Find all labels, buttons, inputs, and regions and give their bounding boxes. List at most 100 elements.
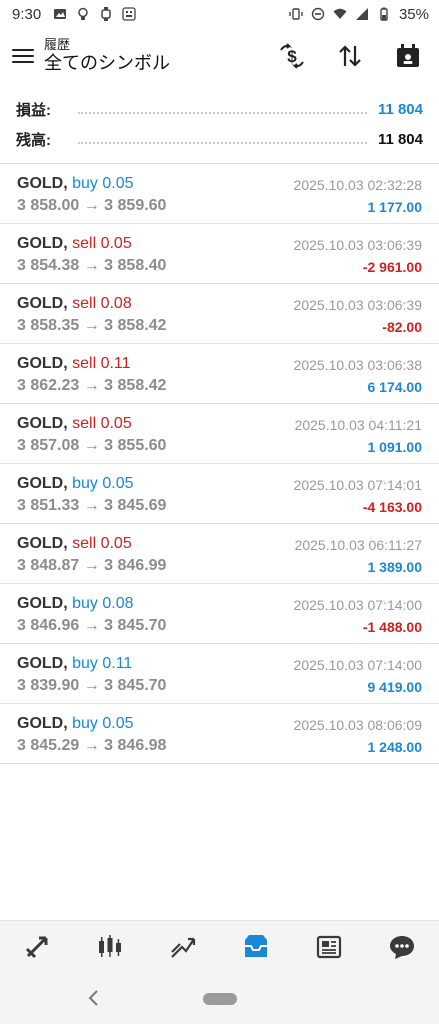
trade-prices: 3 858.35 → 3 858.42 bbox=[17, 317, 167, 334]
trade-profit: -4 163.00 bbox=[362, 499, 422, 515]
trade-symbol: GOLD, buy 0.05 bbox=[17, 715, 134, 733]
trade-row[interactable]: GOLD, buy 0.11 3 839.90 → 3 845.70 2025.… bbox=[0, 644, 439, 704]
trade-time: 2025.10.03 04:11:21 bbox=[294, 417, 422, 433]
bottom-navigation bbox=[0, 920, 439, 973]
trade-symbol: GOLD, buy 0.11 bbox=[17, 655, 132, 673]
symbol-text: GOLD, bbox=[17, 295, 68, 312]
trade-profit: 6 174.00 bbox=[367, 379, 423, 395]
trade-time: 2025.10.03 06:11:27 bbox=[294, 537, 422, 553]
profit-value: 11 804 bbox=[373, 100, 423, 118]
trade-prices: 3 862.23 → 3 858.42 bbox=[17, 377, 167, 394]
image-notification-icon bbox=[54, 9, 67, 19]
trade-row[interactable]: GOLD, buy 0.05 3 845.29 → 3 846.98 2025.… bbox=[0, 704, 439, 764]
wifi-icon bbox=[333, 8, 347, 19]
trade-side: sell 0.05 bbox=[72, 235, 132, 252]
trade-row[interactable]: GOLD, sell 0.08 3 858.35 → 3 858.42 2025… bbox=[0, 284, 439, 344]
balance-row: 残高: 11 804 bbox=[0, 124, 439, 154]
trade-symbol: GOLD, buy 0.05 bbox=[17, 175, 134, 193]
trade-time: 2025.10.03 03:06:39 bbox=[293, 237, 422, 253]
trade-time: 2025.10.03 08:06:09 bbox=[293, 717, 422, 733]
trade-profit: 9 419.00 bbox=[367, 679, 423, 695]
symbol-text: GOLD, bbox=[17, 655, 68, 672]
system-navigation bbox=[0, 973, 439, 1024]
dotted-leader bbox=[78, 142, 367, 144]
back-icon[interactable] bbox=[84, 987, 104, 1009]
calendar-icon[interactable] bbox=[393, 41, 423, 71]
menu-icon[interactable] bbox=[12, 49, 34, 63]
trade-profit: -1 488.00 bbox=[362, 619, 422, 635]
trade-prices: 3 846.96 → 3 845.70 bbox=[17, 617, 167, 634]
watch-icon bbox=[101, 7, 111, 21]
title-block[interactable]: 履歴 全てのシンボル bbox=[44, 36, 170, 74]
do-not-disturb-icon bbox=[311, 7, 325, 21]
trade-side: buy 0.05 bbox=[72, 715, 134, 732]
trade-symbol: GOLD, sell 0.05 bbox=[17, 535, 132, 553]
trade-side: buy 0.05 bbox=[72, 175, 134, 192]
profit-row: 損益: 11 804 bbox=[0, 94, 439, 124]
trade-prices: 3 851.33 → 3 845.69 bbox=[17, 497, 167, 514]
trade-side: buy 0.08 bbox=[72, 595, 134, 612]
page-subtitle: 履歴 bbox=[44, 36, 71, 52]
trade-symbol: GOLD, buy 0.05 bbox=[17, 475, 134, 493]
vibrate-icon bbox=[289, 8, 303, 20]
trade-side: sell 0.11 bbox=[72, 355, 131, 372]
trade-symbol: GOLD, sell 0.08 bbox=[17, 295, 132, 313]
trade-symbol: GOLD, sell 0.05 bbox=[17, 235, 132, 253]
trade-time: 2025.10.03 02:32:28 bbox=[293, 177, 422, 193]
trade-prices: 3 848.87 → 3 846.99 bbox=[17, 557, 167, 574]
trade-row[interactable]: GOLD, buy 0.05 3 851.33 → 3 845.69 2025.… bbox=[0, 464, 439, 524]
trade-prices: 3 845.29 → 3 846.98 bbox=[17, 737, 167, 754]
battery-icon bbox=[380, 7, 388, 21]
trade-prices: 3 857.08 → 3 855.60 bbox=[17, 437, 167, 454]
app-toolbar: 履歴 全てのシンボル $ bbox=[0, 28, 439, 84]
trade-icon bbox=[171, 937, 195, 958]
trade-prices: 3 854.38 → 3 858.40 bbox=[17, 257, 167, 274]
trade-row[interactable]: GOLD, buy 0.08 3 846.96 → 3 845.70 2025.… bbox=[0, 584, 439, 644]
nav-chat[interactable] bbox=[380, 927, 424, 967]
dotted-leader bbox=[78, 112, 367, 114]
symbol-text: GOLD, bbox=[17, 475, 68, 492]
trade-profit: -2 961.00 bbox=[362, 259, 422, 275]
trade-profit: 1 389.00 bbox=[367, 559, 423, 575]
trade-profit: 1 248.00 bbox=[367, 739, 423, 755]
trade-row[interactable]: GOLD, buy 0.05 3 858.00 → 3 859.60 2025.… bbox=[0, 164, 439, 224]
trade-side: buy 0.05 bbox=[72, 475, 134, 492]
balance-label: 残高: bbox=[16, 128, 55, 150]
trade-side: sell 0.05 bbox=[72, 415, 132, 432]
home-button[interactable] bbox=[203, 993, 237, 1005]
nav-news[interactable] bbox=[307, 927, 351, 967]
trade-list: GOLD, buy 0.05 3 858.00 → 3 859.60 2025.… bbox=[0, 164, 439, 764]
notification-icons bbox=[53, 7, 136, 21]
chart-icon bbox=[98, 935, 121, 957]
battery-percent: 35% bbox=[398, 5, 429, 23]
trade-row[interactable]: GOLD, sell 0.05 3 857.08 → 3 855.60 2025… bbox=[0, 404, 439, 464]
svg-text:$: $ bbox=[287, 47, 297, 66]
symbol-text: GOLD, bbox=[17, 715, 68, 732]
trade-row[interactable]: GOLD, sell 0.05 3 854.38 → 3 858.40 2025… bbox=[0, 224, 439, 284]
quotes-icon bbox=[25, 936, 48, 959]
page-title: 全てのシンボル bbox=[44, 53, 170, 74]
symbol-text: GOLD, bbox=[17, 415, 68, 432]
trade-row[interactable]: GOLD, sell 0.05 3 848.87 → 3 846.99 2025… bbox=[0, 524, 439, 584]
trade-side: sell 0.08 bbox=[72, 295, 132, 312]
symbol-text: GOLD, bbox=[17, 595, 68, 612]
symbol-text: GOLD, bbox=[17, 175, 68, 192]
symbol-text: GOLD, bbox=[17, 355, 68, 372]
nav-history[interactable] bbox=[234, 927, 278, 967]
trade-symbol: GOLD, buy 0.08 bbox=[17, 595, 134, 613]
summary-panel: 損益: 11 804 残高: 11 804 bbox=[0, 94, 439, 154]
sort-icon[interactable] bbox=[335, 41, 365, 71]
nav-chart[interactable] bbox=[88, 927, 132, 967]
nav-quotes[interactable] bbox=[15, 927, 59, 967]
trade-time: 2025.10.03 03:06:38 bbox=[293, 357, 422, 373]
trade-time: 2025.10.03 07:14:01 bbox=[293, 477, 422, 493]
status-bar: 9:30 35% bbox=[0, 0, 439, 28]
trade-row[interactable]: GOLD, sell 0.11 3 862.23 → 3 858.42 2025… bbox=[0, 344, 439, 404]
status-time: 9:30 bbox=[12, 5, 42, 23]
trade-prices: 3 839.90 → 3 845.70 bbox=[17, 677, 167, 694]
trade-symbol: GOLD, sell 0.11 bbox=[17, 355, 131, 373]
nav-trade[interactable] bbox=[161, 927, 205, 967]
chat-icon bbox=[390, 936, 415, 959]
trade-time: 2025.10.03 07:14:00 bbox=[293, 597, 422, 613]
deposit-exchange-icon[interactable]: $ bbox=[277, 41, 307, 71]
